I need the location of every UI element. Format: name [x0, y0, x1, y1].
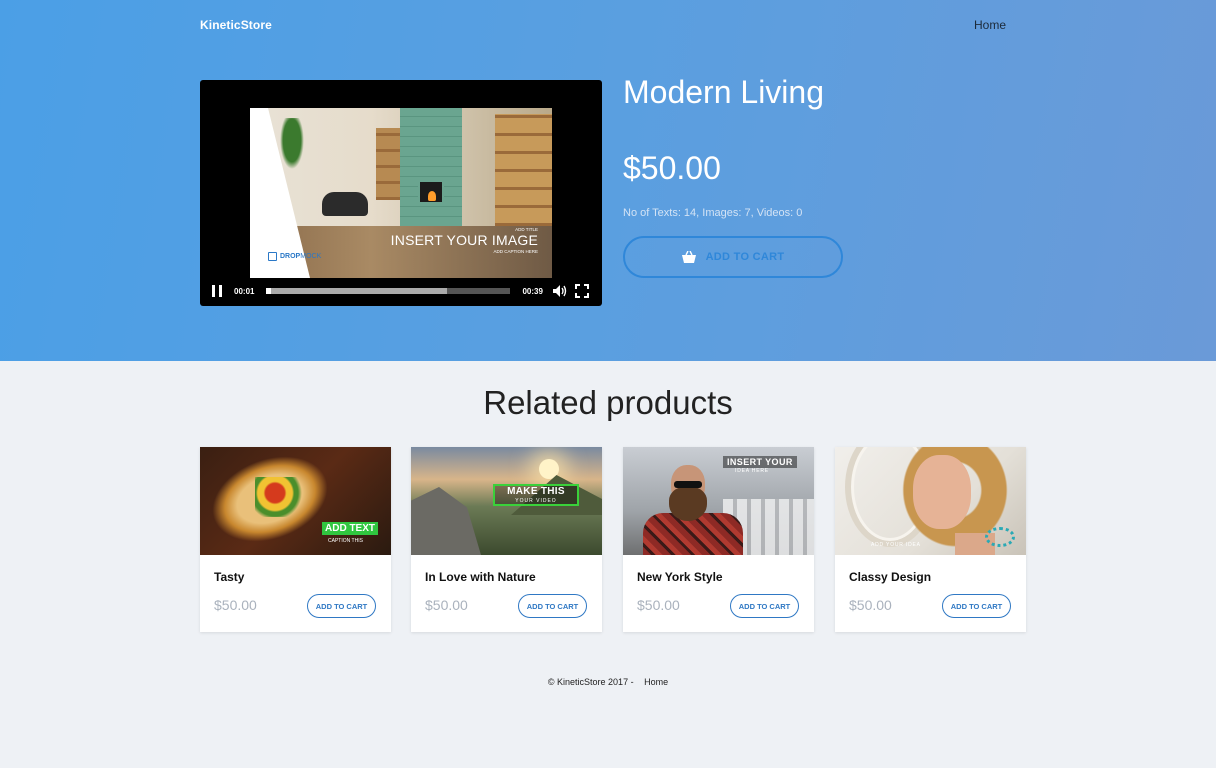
frame-tile-wall	[400, 108, 462, 226]
add-to-cart-button[interactable]: ADD TO CART	[730, 594, 799, 618]
dropmock-logo-icon	[268, 252, 277, 261]
frame-add-caption: ADD CAPTION HERE	[493, 249, 538, 254]
rock-image	[411, 487, 481, 555]
product-card-new-york[interactable]: INSERT YOUR IDEA HERE New York Style $50…	[623, 447, 814, 632]
add-to-cart-button[interactable]: ADD TO CART	[623, 236, 843, 278]
burrito-filling	[255, 477, 305, 517]
add-to-cart-button[interactable]: ADD TO CART	[307, 594, 376, 618]
video-frame[interactable]: ADD TITLE INSERT YOUR IMAGE ADD CAPTION …	[250, 108, 552, 278]
product-name[interactable]: Classy Design	[849, 570, 931, 584]
frame-dropmock-logo: DROPMOCK	[268, 252, 321, 261]
thumb-overlay-caption: ADD YOUR IDEA	[871, 542, 921, 548]
progress-bar[interactable]	[266, 288, 511, 294]
thumb-overlay-caption: YOUR VIDEO	[515, 498, 557, 504]
brand-logo[interactable]: KineticStore	[200, 18, 272, 32]
progress-played	[266, 288, 272, 294]
video-player[interactable]: ADD TITLE INSERT YOUR IMAGE ADD CAPTION …	[200, 80, 602, 306]
thumb-overlay-text: INSERT YOUR	[723, 456, 797, 468]
progress-buffered	[266, 288, 448, 294]
footer-copyright: © KineticStore 2017 -	[547, 677, 634, 687]
add-to-cart-label: ADD TO CART	[705, 251, 785, 263]
fullscreen-icon[interactable]	[574, 284, 589, 298]
pause-icon[interactable]	[212, 285, 222, 297]
product-name[interactable]: Tasty	[214, 570, 244, 584]
product-thumbnail[interactable]: ADD YOUR IDEA	[835, 447, 1026, 555]
product-name[interactable]: New York Style	[637, 570, 723, 584]
product-thumbnail[interactable]: ADD TEXT CAPTION THIS	[200, 447, 391, 555]
frame-bookshelf-small	[376, 128, 400, 200]
man-beard	[669, 487, 707, 521]
current-time: 00:01	[234, 286, 255, 296]
man-glasses	[674, 481, 702, 488]
basket-icon	[681, 251, 696, 263]
thumb-overlay-caption: CAPTION THIS	[328, 538, 363, 544]
related-products-list: ADD TEXT CAPTION THIS Tasty $50.00 ADD T…	[200, 447, 1026, 632]
thumb-overlay-text: MAKE THIS	[507, 486, 565, 497]
add-to-cart-button[interactable]: ADD TO CART	[942, 594, 1011, 618]
bearded-man-image	[643, 465, 743, 555]
thumb-overlay-text: ADD TEXT	[322, 522, 378, 535]
product-price: $50.00	[214, 597, 257, 613]
player-controls: 00:01 00:39	[200, 276, 602, 306]
product-title: Modern Living	[623, 74, 824, 110]
frame-insert-text: INSERT YOUR IMAGE	[390, 232, 538, 248]
product-price: $50.00	[623, 150, 721, 186]
product-card-classy[interactable]: ADD YOUR IDEA Classy Design $50.00 ADD T…	[835, 447, 1026, 632]
logo-bold: DROP	[280, 253, 301, 260]
thumb-overlay-caption: IDEA HERE	[735, 468, 769, 474]
frame-chair	[322, 192, 368, 216]
hero-section: KineticStore Home ADD TITLE INSERT YOUR …	[0, 0, 1216, 361]
frame-bookshelf	[495, 114, 552, 226]
necklace-image	[985, 527, 1015, 547]
nav-home-link[interactable]: Home	[974, 18, 1006, 32]
product-price: $50.00	[849, 597, 892, 613]
thumb-overlay-box: MAKE THIS YOUR VIDEO	[493, 484, 579, 506]
product-thumbnail[interactable]: MAKE THIS YOUR VIDEO	[411, 447, 602, 555]
product-price: $50.00	[425, 597, 468, 613]
duration-time: 00:39	[522, 286, 543, 296]
woman-face-image	[913, 455, 971, 529]
product-thumbnail[interactable]: INSERT YOUR IDEA HERE	[623, 447, 814, 555]
logo-light: MOCK	[300, 253, 322, 260]
product-name[interactable]: In Love with Nature	[425, 570, 536, 584]
footer-home-link[interactable]: Home	[644, 677, 668, 687]
volume-icon[interactable]	[552, 285, 567, 297]
frame-fireplace	[418, 180, 444, 204]
product-meta: No of Texts: 14, Images: 7, Videos: 0	[623, 207, 803, 219]
add-to-cart-button[interactable]: ADD TO CART	[518, 594, 587, 618]
product-card-nature[interactable]: MAKE THIS YOUR VIDEO In Love with Nature…	[411, 447, 602, 632]
footer: © KineticStore 2017 - Home	[0, 677, 1216, 687]
product-card-tasty[interactable]: ADD TEXT CAPTION THIS Tasty $50.00 ADD T…	[200, 447, 391, 632]
related-products-title: Related products	[483, 384, 733, 421]
product-price: $50.00	[637, 597, 680, 613]
